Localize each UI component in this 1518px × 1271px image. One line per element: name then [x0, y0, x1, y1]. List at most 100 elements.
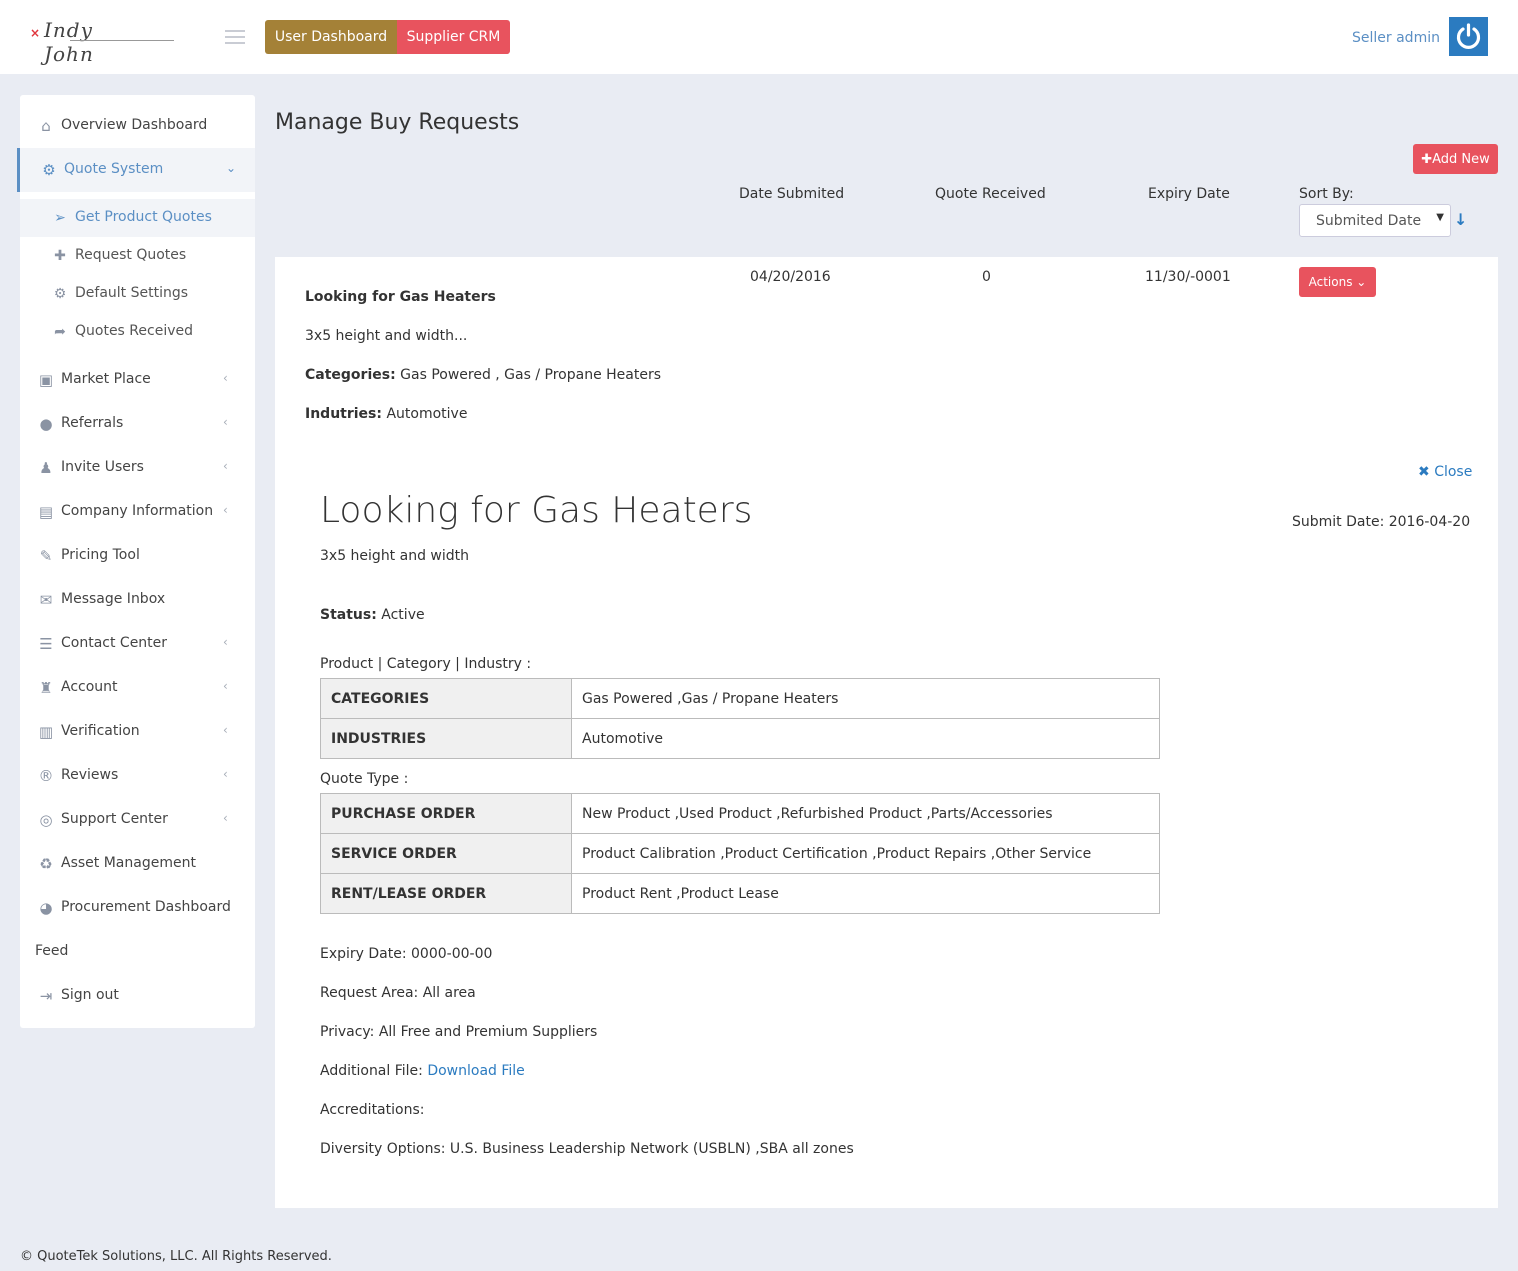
privacy-line: Privacy: All Free and Premium Suppliers: [320, 1024, 598, 1040]
sidebar-subitem-label: Quotes Received: [75, 323, 194, 339]
sidebar-item-overview-dashboard[interactable]: ⌂ Overview Dashboard: [20, 104, 255, 148]
sidebar-item-message-inbox[interactable]: ✉ Message Inbox: [20, 578, 255, 622]
sidebar-subitem-get-product-quotes[interactable]: ➢ Get Product Quotes: [20, 199, 255, 237]
sidebar-item-procurement-dashboard[interactable]: ◕ Procurement Dashboard: [20, 886, 255, 930]
sidebar-item-label: Contact Center: [61, 635, 168, 651]
row-date-submitted: 04/20/2016: [750, 269, 831, 285]
share-icon: ➦: [54, 324, 66, 340]
sidebar-item-market-place[interactable]: ▣ Market Place ‹: [20, 358, 255, 402]
categories-value: Gas Powered , Gas / Propane Heaters: [400, 367, 662, 383]
sidebar-item-label: Quote System: [64, 161, 164, 177]
sidebar-item-label: Reviews: [61, 767, 119, 783]
chevron-left-icon: ‹: [223, 635, 228, 649]
file-text-icon: ▥: [38, 723, 54, 741]
chevron-down-icon: ⌄: [1356, 275, 1367, 289]
request-card: Looking for Gas Heaters 3x5 height and w…: [275, 257, 1498, 1208]
sidebar-item-company-information[interactable]: ▤ Company Information ‹: [20, 490, 255, 534]
sidebar: ⌂ Overview Dashboard ⚙ Quote System ⌄ ➢ …: [17, 95, 255, 1028]
pci-label: Product | Category | Industry :: [320, 656, 532, 672]
chevron-left-icon: ‹: [223, 459, 228, 473]
sidebar-subitem-default-settings[interactable]: ⚙ Default Settings: [20, 275, 255, 313]
request-industries: Indutries: Automotive: [305, 406, 467, 422]
plus-icon: ✚: [54, 248, 66, 264]
sidebar-item-reviews[interactable]: ® Reviews ‹: [20, 754, 255, 798]
sidebar-item-quote-system[interactable]: ⚙ Quote System ⌄: [17, 148, 255, 192]
seller-name-link[interactable]: Seller admin: [1352, 30, 1440, 46]
additional-file-line: Additional File: Download File: [320, 1063, 525, 1079]
add-new-label: Add New: [1432, 151, 1490, 167]
sort-by-value: Submited Date: [1316, 213, 1422, 229]
industries-label: Indutries:: [305, 406, 382, 422]
actions-label: Actions: [1308, 275, 1353, 289]
power-icon[interactable]: [1449, 17, 1488, 56]
sidebar-subitem-request-quotes[interactable]: ✚ Request Quotes: [20, 237, 255, 275]
menu-toggle-icon[interactable]: [225, 30, 245, 44]
table-row: CATEGORIES Gas Powered ,Gas / Propane He…: [320, 678, 1160, 719]
user-dashboard-button[interactable]: User Dashboard: [265, 20, 397, 54]
sidebar-item-invite-users[interactable]: ♟ Invite Users ‹: [20, 446, 255, 490]
status-value: Active: [381, 607, 425, 623]
actions-dropdown-button[interactable]: Actions ⌄: [1299, 267, 1376, 297]
chevron-left-icon: ‹: [223, 723, 228, 737]
pie-chart-icon: ◕: [39, 899, 53, 917]
diversity-line: Diversity Options: U.S. Business Leaders…: [320, 1141, 854, 1157]
sidebar-item-label: Verification: [61, 723, 140, 739]
logo[interactable]: × Indy John: [30, 18, 174, 66]
sidebar-item-label: Sign out: [61, 987, 119, 1003]
sidebar-item-support-center[interactable]: ◎ Support Center ‹: [20, 798, 255, 842]
logo-text: Indy John: [44, 18, 94, 66]
table-row: RENT/LEASE ORDER Product Rent ,Product L…: [320, 873, 1160, 914]
sidebar-item-label: Invite Users: [61, 459, 144, 475]
quote-type-label: Quote Type :: [320, 771, 409, 787]
sidebar-subitem-quotes-received[interactable]: ➦ Quotes Received: [20, 313, 255, 351]
sort-by-select[interactable]: Submited Date ▼: [1299, 204, 1451, 237]
sidebar-item-label: Account: [61, 679, 118, 695]
request-summary: 3x5 height and width...: [305, 328, 468, 344]
detail-description: 3x5 height and width: [320, 548, 470, 564]
sidebar-item-verification[interactable]: ▥ Verification ‹: [20, 710, 255, 754]
sidebar-item-contact-center[interactable]: ☰ Contact Center ‹: [20, 622, 255, 666]
sidebar-item-feed[interactable]: Feed: [20, 930, 255, 974]
quote-type-value: New Product ,Used Product ,Refurbished P…: [571, 793, 1160, 834]
sidebar-item-asset-management[interactable]: ♻ Asset Management: [20, 842, 255, 886]
pci-table: CATEGORIES Gas Powered ,Gas / Propane He…: [320, 678, 1160, 759]
sidebar-subitem-label: Default Settings: [75, 285, 189, 301]
sidebar-item-label: Feed: [35, 943, 69, 959]
quote-type-value: Product Calibration ,Product Certificati…: [571, 833, 1160, 874]
sidebar-item-pricing-tool[interactable]: ✎ Pricing Tool: [20, 534, 255, 578]
column-header-quote-received: Quote Received: [935, 186, 1046, 202]
request-title[interactable]: Looking for Gas Heaters: [305, 289, 496, 305]
add-new-button[interactable]: ✚Add New: [1413, 144, 1498, 174]
supplier-crm-button[interactable]: Supplier CRM: [397, 20, 510, 54]
recycle-icon: ♻: [39, 855, 53, 873]
sidebar-item-sign-out[interactable]: ⇥ Sign out: [20, 974, 255, 1018]
table-row: SERVICE ORDER Product Calibration ,Produ…: [320, 833, 1160, 874]
status-line: Status: Active: [320, 607, 425, 623]
detail-title: Looking for Gas Heaters: [320, 490, 753, 531]
column-header-date-submitted: Date Submited: [739, 186, 845, 202]
status-label: Status:: [320, 607, 377, 623]
sidebar-item-label: Asset Management: [61, 855, 196, 871]
table-row: INDUSTRIES Automotive: [320, 718, 1160, 759]
pci-key: INDUSTRIES: [320, 718, 572, 759]
sidebar-subitem-label: Get Product Quotes: [75, 209, 212, 225]
sign-out-icon: ⇥: [39, 987, 53, 1005]
sidebar-item-referrals[interactable]: ● Referrals ‹: [20, 402, 255, 446]
accreditations-line: Accreditations:: [320, 1102, 425, 1118]
plus-icon: ✚: [1421, 151, 1433, 167]
download-file-link[interactable]: Download File: [427, 1063, 524, 1079]
sort-direction-icon[interactable]: ↓: [1454, 210, 1467, 229]
pci-value: Automotive: [571, 718, 1160, 759]
user-secret-icon: ♜: [39, 679, 53, 697]
logo-mark-icon: ×: [30, 26, 41, 40]
registered-icon: ®: [38, 767, 54, 785]
sidebar-item-label: Pricing Tool: [61, 547, 140, 563]
categories-label: Categories:: [305, 367, 396, 383]
cogs-icon: ⚙: [42, 161, 56, 179]
close-link[interactable]: ✖ Close: [1418, 464, 1472, 480]
top-bar: × Indy John User Dashboard Supplier CRM …: [0, 0, 1518, 74]
sidebar-item-account[interactable]: ♜ Account ‹: [20, 666, 255, 710]
request-categories: Categories: Gas Powered , Gas / Propane …: [305, 367, 661, 383]
row-quote-count: 0: [982, 269, 991, 285]
quote-type-key: RENT/LEASE ORDER: [320, 873, 572, 914]
